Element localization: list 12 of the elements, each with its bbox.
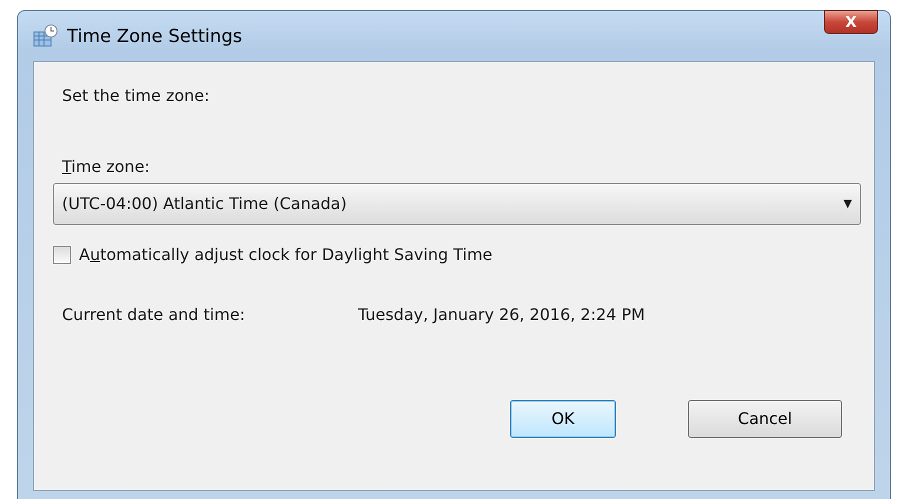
calendar-clock-icon (33, 24, 59, 48)
checkbox[interactable] (53, 246, 71, 264)
ok-button[interactable]: OK (510, 400, 616, 438)
close-button[interactable]: X (824, 10, 878, 34)
window-title: Time Zone Settings (67, 24, 242, 48)
time-zone-dropdown[interactable]: (UTC-04:00) Atlantic Time (Canada) ▼ (53, 183, 861, 225)
cancel-button[interactable]: Cancel (688, 400, 842, 438)
checkbox-label[interactable]: Automatically adjust clock for Daylight Saving Time (79, 243, 492, 267)
current-time-label: Current date and time: (62, 304, 246, 326)
instruction-text: Set the time zone: (62, 85, 210, 107)
current-time-value: Tuesday, January 26, 2016, 2:24 PM (358, 304, 645, 326)
time-zone-label: Time zone: (62, 157, 150, 176)
